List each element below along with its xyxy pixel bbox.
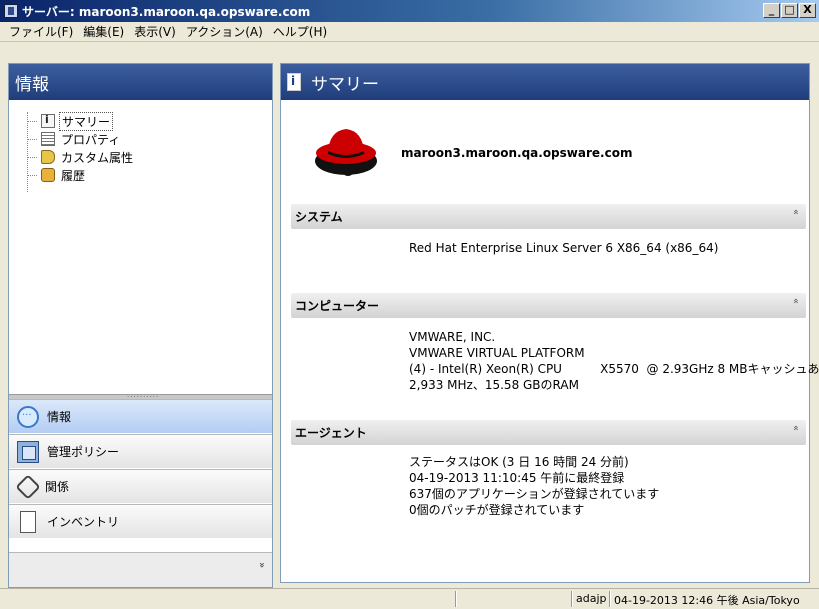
summary-header-icon	[287, 73, 301, 91]
status-divider	[609, 591, 611, 607]
expand-chevron-icon[interactable]: »	[256, 562, 267, 568]
status-divider	[455, 591, 457, 607]
tree-item-summary[interactable]: サマリー	[27, 111, 272, 131]
collapse-chevron-icon[interactable]: «	[790, 209, 801, 215]
tree-item-label: カスタム属性	[61, 150, 134, 165]
computer-model-line: VMWARE VIRTUAL PLATFORM	[409, 346, 585, 360]
info-tree: サマリー プロパティ カスタム属性 履歴	[9, 100, 272, 184]
tag-icon	[41, 150, 55, 164]
agent-patches-line: 0個のパッチが登録されています	[409, 503, 585, 517]
tree-item-properties[interactable]: プロパティ	[27, 130, 272, 148]
section-computer-header[interactable]: コンピューター «	[291, 293, 806, 318]
section-title: システム	[295, 210, 343, 224]
status-divider	[571, 591, 573, 607]
menubar: ファイル(F) 編集(E) 表示(V) アクション(A) ヘルプ(H)	[0, 22, 819, 42]
window-title: サーバー: maroon3.maroon.qa.opsware.com	[22, 4, 311, 19]
section-title: エージェント	[295, 426, 367, 440]
nav-label: 関係	[45, 480, 70, 494]
close-button[interactable]: X	[799, 3, 816, 18]
right-pane-header: サマリー	[281, 64, 809, 100]
computer-memory-line: 2,933 MHz、15.58 GBのRAM	[409, 378, 579, 392]
menu-action[interactable]: アクション(A)	[181, 23, 268, 40]
relationship-icon	[15, 473, 41, 500]
agent-info: ステータスはOK (3 日 16 時間 24 分前) 04-19-2013 11…	[409, 454, 659, 518]
computer-vendor-line: VMWARE, INC.	[409, 330, 496, 344]
tree-item-label: プロパティ	[61, 132, 121, 147]
server-hostname: maroon3.maroon.qa.opsware.com	[401, 146, 633, 160]
status-datetime: 04-19-2013 12:46 午後 Asia/Tokyo	[614, 594, 800, 607]
menu-help[interactable]: ヘルプ(H)	[268, 23, 332, 40]
section-title: コンピューター	[295, 299, 380, 313]
chat-icon	[17, 405, 39, 428]
tree-item-label: サマリー	[59, 111, 114, 131]
policy-icon	[17, 440, 39, 463]
collapse-chevron-icon[interactable]: «	[790, 425, 801, 431]
nav-label: 管理ポリシー	[47, 445, 120, 459]
left-pane: 情報 サマリー プロパティ カスタム属性 履歴 ·········· 情報 管理…	[8, 63, 273, 588]
agent-last-registered-line: 04-19-2013 11:10:45 午前に最終登録	[409, 471, 625, 485]
redhat-logo-icon	[315, 129, 377, 176]
system-os-line: Red Hat Enterprise Linux Server 6 X86_64…	[409, 241, 719, 255]
maximize-button[interactable]: □	[781, 3, 798, 18]
nav-footer: »	[9, 552, 272, 587]
statusbar: adajp 04-19-2013 12:46 午後 Asia/Tokyo	[0, 588, 819, 609]
history-icon	[41, 168, 55, 182]
agent-status-line: ステータスはOK (3 日 16 時間 24 分前)	[409, 455, 629, 469]
nav-button-info[interactable]: 情報	[9, 399, 272, 433]
status-user: adajp	[576, 592, 607, 605]
collapse-chevron-icon[interactable]: «	[790, 298, 801, 304]
computer-cpu-line: (4) - Intel(R) Xeon(R) CPU X5570 @ 2.93G…	[409, 362, 819, 376]
right-pane-title: サマリー	[311, 74, 379, 95]
nav-button-inventory[interactable]: インベントリ	[9, 504, 272, 538]
section-agent-header[interactable]: エージェント «	[291, 420, 806, 445]
tree-item-history[interactable]: 履歴	[27, 166, 272, 184]
minimize-button[interactable]: _	[763, 3, 780, 18]
tree-item-custom-attributes[interactable]: カスタム属性	[27, 148, 272, 166]
menu-edit[interactable]: 編集(E)	[78, 23, 129, 40]
section-system-header[interactable]: システム «	[291, 204, 806, 229]
nav-button-management-policy[interactable]: 管理ポリシー	[9, 434, 272, 468]
nav-label: インベントリ	[47, 515, 120, 529]
menu-file[interactable]: ファイル(F)	[4, 23, 78, 40]
agent-applications-line: 637個のアプリケーションが登録されています	[409, 487, 660, 501]
tree-item-label: 履歴	[61, 168, 86, 183]
menu-view[interactable]: 表示(V)	[129, 23, 181, 40]
system-info: Red Hat Enterprise Linux Server 6 X86_64…	[409, 240, 718, 256]
window-titlebar: サーバー: maroon3.maroon.qa.opsware.com _ □ …	[0, 0, 819, 22]
nav-button-relationships[interactable]: 関係	[9, 469, 272, 503]
window-controls: _ □ X	[763, 3, 816, 18]
inventory-icon	[20, 510, 36, 533]
computer-info: VMWARE, INC. VMWARE VIRTUAL PLATFORM (4)…	[409, 329, 819, 393]
left-pane-header: 情報	[9, 64, 272, 100]
server-app-icon	[4, 4, 18, 18]
right-pane: サマリー maroon3.maroon.qa.opsware.com システム …	[280, 63, 819, 583]
properties-icon	[41, 132, 55, 146]
summary-icon	[41, 113, 55, 128]
nav-label: 情報	[47, 410, 72, 424]
